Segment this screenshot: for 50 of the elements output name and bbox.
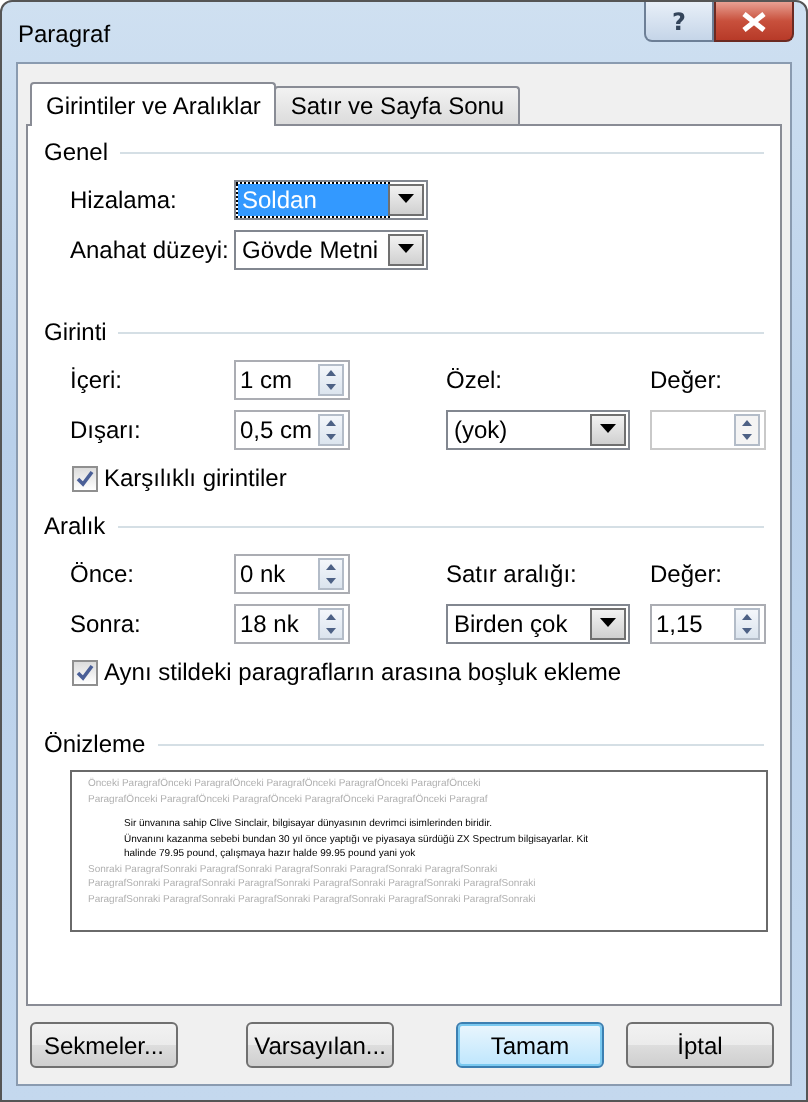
spin-field[interactable]: 0 nk — [234, 553, 350, 593]
spin-field[interactable]: 1 cm — [234, 359, 350, 399]
spin-down-icon[interactable] — [736, 623, 758, 637]
field-label: Anahat düzeyi: — [70, 235, 231, 263]
dialog-button[interactable]: Sekmeler... — [30, 1022, 178, 1068]
dialog-button[interactable]: Varsayılan... — [246, 1022, 394, 1068]
dropdown-field[interactable]: (yok) — [446, 409, 630, 449]
spin-up-icon[interactable] — [736, 609, 758, 623]
section-heading: Genel — [44, 138, 109, 166]
field-label: Özel: — [446, 365, 505, 393]
spin-down-icon[interactable] — [320, 573, 342, 587]
spin-up-icon[interactable] — [320, 415, 342, 429]
spin-up-icon[interactable] — [320, 365, 342, 379]
field-label: Önce: — [70, 559, 137, 587]
spin-field[interactable]: 1,15 — [650, 603, 766, 643]
dropdown-field[interactable]: Birden çok — [446, 603, 630, 643]
dialog-button[interactable]: İptal — [626, 1022, 774, 1068]
section-heading: Girinti — [44, 318, 107, 346]
spin-down-icon[interactable] — [320, 623, 342, 637]
close-button[interactable] — [714, 2, 794, 42]
field-label: Değer: — [650, 365, 725, 393]
section-heading: Aralık — [44, 512, 106, 540]
spin-down-icon[interactable] — [320, 379, 342, 393]
checkbox[interactable]: Aynı stildeki paragrafların arasına boşluk ekleme — [72, 658, 764, 686]
spin-up-icon[interactable] — [320, 559, 342, 573]
field-label: Dışarı: — [70, 415, 143, 443]
field-label: Değer: — [650, 559, 725, 587]
field-label: Satır aralığı: — [446, 559, 579, 587]
dropdown-arrow-icon — [398, 244, 414, 254]
dialog-button[interactable]: Tamam — [456, 1022, 604, 1068]
close-icon — [742, 11, 766, 31]
spin-field[interactable]: 18 nk — [234, 603, 350, 643]
field-label: İçeri: — [70, 365, 125, 393]
tab[interactable]: Girintiler ve Aralıklar — [30, 82, 277, 126]
dropdown-arrow-icon — [398, 194, 414, 204]
checkmark-icon — [76, 469, 94, 487]
help-button[interactable]: ? — [644, 2, 714, 42]
tab[interactable]: Satır ve Sayfa Sonu — [274, 86, 521, 124]
window-title: Paragraf — [18, 20, 111, 48]
dropdown-arrow-icon — [600, 424, 616, 434]
section-heading: Önizleme — [44, 730, 146, 758]
spin-field[interactable]: 0,5 cm — [234, 409, 350, 449]
field-label: Sonra: — [70, 609, 143, 637]
spin-up-icon[interactable] — [320, 609, 342, 623]
checkmark-icon — [76, 663, 94, 681]
dropdown-arrow-icon — [600, 618, 616, 628]
field-label: Hizalama: — [70, 185, 179, 213]
checkbox[interactable]: Karşılıklı girintiler — [72, 464, 764, 492]
dropdown-field[interactable]: Gövde Metni — [234, 229, 428, 269]
spin-down-icon[interactable] — [320, 429, 342, 443]
